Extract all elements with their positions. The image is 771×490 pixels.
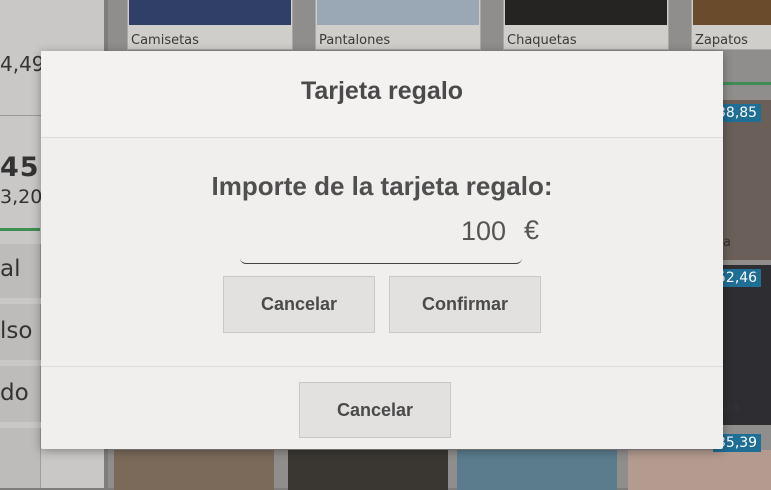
amount-prompt: Importe de la tarjeta regalo: bbox=[211, 171, 553, 201]
category-tile[interactable]: Zapatos bbox=[691, 0, 771, 50]
dialog-title: Tarjeta regalo bbox=[300, 77, 464, 105]
dialog-footer-divider bbox=[41, 366, 723, 367]
sidebar-accent bbox=[0, 228, 40, 231]
gift-card-amount-input[interactable] bbox=[326, 216, 506, 246]
product-image[interactable] bbox=[457, 450, 617, 490]
category-tile[interactable]: Pantalones bbox=[315, 0, 481, 50]
sidebar-menu-row[interactable] bbox=[0, 428, 41, 488]
category-label: Zapatos bbox=[695, 33, 748, 48]
confirm-button[interactable]: Confirmar bbox=[389, 276, 541, 333]
product-image[interactable] bbox=[628, 450, 771, 490]
product-name: a bbox=[723, 235, 731, 250]
category-image bbox=[505, 0, 667, 25]
gift-card-dialog: Tarjeta regalo Importe de la tarjeta reg… bbox=[41, 51, 723, 449]
category-label: Pantalones bbox=[319, 33, 391, 48]
category-image bbox=[693, 0, 771, 25]
cancel-button[interactable]: Cancelar bbox=[223, 276, 375, 333]
footer-cancel-button[interactable]: Cancelar bbox=[299, 382, 451, 438]
category-label: Chaquetas bbox=[507, 33, 577, 48]
category-tile[interactable]: Camisetas bbox=[127, 0, 293, 50]
category-image bbox=[129, 0, 291, 25]
category-image bbox=[317, 0, 479, 25]
category-tile[interactable]: Chaquetas bbox=[503, 0, 669, 50]
category-label: Camisetas bbox=[131, 33, 199, 48]
product-image[interactable] bbox=[288, 450, 448, 490]
product-image[interactable] bbox=[114, 450, 274, 490]
product-name: pa bbox=[723, 400, 740, 415]
dialog-header: Tarjeta regalo bbox=[41, 51, 723, 138]
amount-field-wrapper: € bbox=[240, 213, 539, 264]
currency-symbol: € bbox=[523, 215, 539, 245]
